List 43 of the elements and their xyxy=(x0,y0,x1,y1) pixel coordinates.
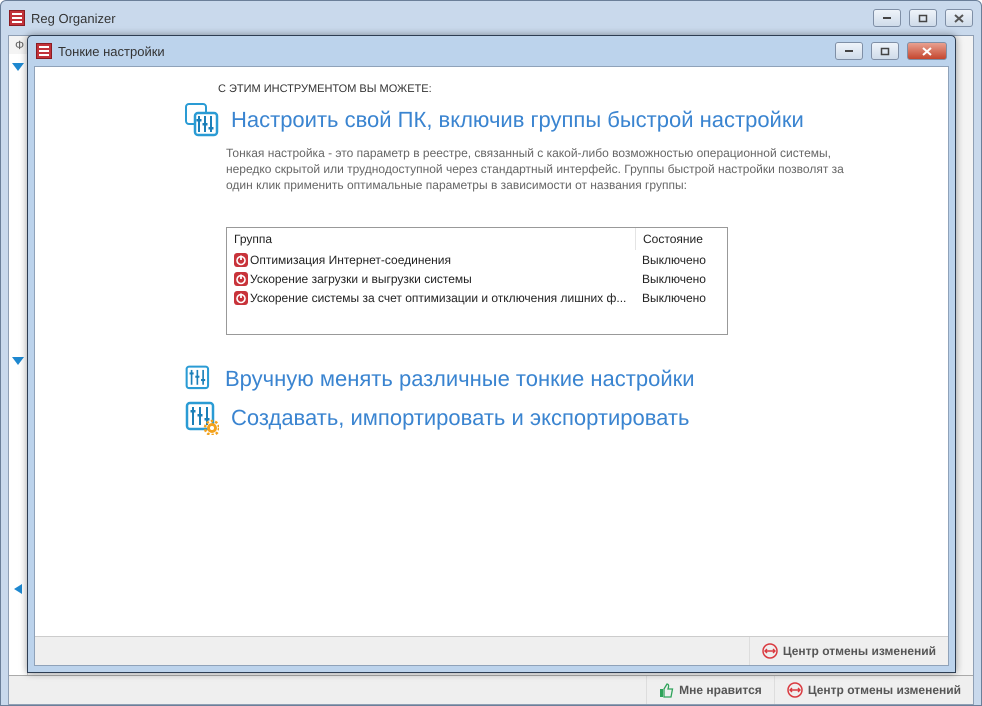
group-name: Ускорение загрузки и выгрузки системы xyxy=(250,272,472,286)
like-button[interactable]: Мне нравится xyxy=(646,676,774,704)
close-button[interactable] xyxy=(907,42,947,60)
column-header[interactable]: Состояние xyxy=(635,228,727,250)
power-icon xyxy=(234,272,248,286)
state-cell-text: Выключено xyxy=(641,252,707,266)
triangle-icon[interactable] xyxy=(12,62,24,72)
section-link[interactable]: Создавать, импортировать и экспортировать xyxy=(231,405,690,431)
close-button[interactable] xyxy=(945,9,973,27)
app-icon xyxy=(36,43,52,59)
maximize-button[interactable] xyxy=(909,9,937,27)
state-cell-text: Выключено xyxy=(641,290,707,304)
minimize-button[interactable] xyxy=(873,9,901,27)
group-cell[interactable]: Оптимизация Интернет-соединения xyxy=(227,252,635,266)
column-header[interactable]: Группа xyxy=(227,228,635,250)
power-icon xyxy=(234,252,248,266)
maximize-icon xyxy=(879,46,891,56)
triangle-icon[interactable] xyxy=(12,356,24,366)
window-title: Reg Organizer xyxy=(31,10,116,26)
undo-icon xyxy=(762,643,778,659)
triangle-icon[interactable] xyxy=(12,584,24,594)
power-icon xyxy=(234,290,248,304)
section-link[interactable]: Вручную менять различные тонкие настройки xyxy=(225,366,695,392)
maximize-icon xyxy=(917,12,929,24)
group-name: Оптимизация Интернет-соединения xyxy=(250,252,451,266)
thumbs-up-icon xyxy=(659,682,674,698)
section-link[interactable]: Настроить свой ПК, включив группы быстрой настройки xyxy=(231,107,804,133)
dialog-title: Тонкие настройки xyxy=(58,44,165,58)
intro-text: С ЭТИМ ИНСТРУМЕНТОМ ВЫ МОЖЕТЕ: xyxy=(218,83,433,95)
close-icon xyxy=(921,46,933,56)
minimize-icon xyxy=(845,50,853,52)
app-icon xyxy=(9,10,25,26)
undo-center-button[interactable]: Центр отмены изменений xyxy=(774,676,973,704)
menu-item[interactable]: Ф xyxy=(15,38,24,52)
maximize-button[interactable] xyxy=(871,42,899,60)
description-text: Тонкая настройка - это параметр в реестре, связанный с какой-либо возможностью операционной системы, нередко скрытой или труднодоступной через стандартный интерфейс. Группы быстрой настройки позволят за один клик применить оптимальные параметры в зависимости от названия группы: xyxy=(226,145,845,193)
minimize-button[interactable] xyxy=(835,42,863,60)
close-icon xyxy=(953,12,965,24)
group-cell[interactable]: Ускорение загрузки и выгрузки системы xyxy=(227,272,635,286)
state-cell-text: Выключено xyxy=(641,272,707,286)
undo-icon xyxy=(786,682,803,698)
sliders-stack-icon xyxy=(185,103,219,137)
minimize-icon xyxy=(883,17,891,19)
